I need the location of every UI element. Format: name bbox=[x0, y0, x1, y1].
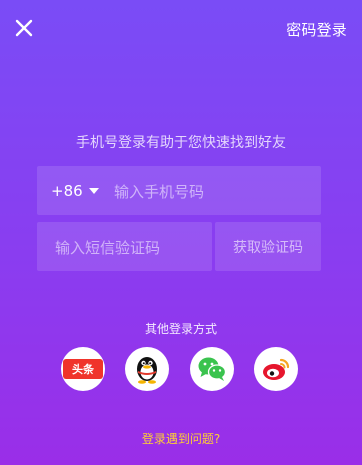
toutiao-login-button[interactable]: 头条 bbox=[61, 347, 105, 391]
close-icon bbox=[15, 19, 33, 37]
qq-login-button[interactable] bbox=[125, 347, 169, 391]
weibo-icon bbox=[263, 358, 290, 380]
wechat-icon bbox=[198, 357, 227, 381]
phone-field: +86 bbox=[37, 166, 321, 217]
get-code-button[interactable]: 获取验证码 bbox=[215, 222, 321, 271]
login-help-link[interactable]: 登录遇到问题? bbox=[0, 430, 362, 447]
close-button[interactable] bbox=[10, 14, 38, 42]
toutiao-icon: 头条 bbox=[63, 359, 103, 379]
top-bar: 密码登录 bbox=[0, 0, 362, 58]
sms-code-input[interactable] bbox=[53, 222, 207, 273]
login-subtitle: 手机号登录有助于您快速找到好友 bbox=[76, 135, 286, 151]
other-login-label: 其他登录方式 bbox=[144, 322, 217, 336]
country-code-selector[interactable]: +86 bbox=[51, 166, 99, 215]
caret-down-icon bbox=[88, 188, 99, 194]
country-code-value: +86 bbox=[51, 181, 83, 200]
password-login-link[interactable]: 密码登录 bbox=[286, 19, 347, 40]
sms-code-field bbox=[37, 222, 212, 273]
wechat-login-button[interactable] bbox=[190, 347, 234, 391]
weibo-login-button[interactable] bbox=[254, 347, 298, 391]
qq-penguin-icon bbox=[137, 357, 157, 384]
phone-input[interactable] bbox=[112, 166, 316, 217]
